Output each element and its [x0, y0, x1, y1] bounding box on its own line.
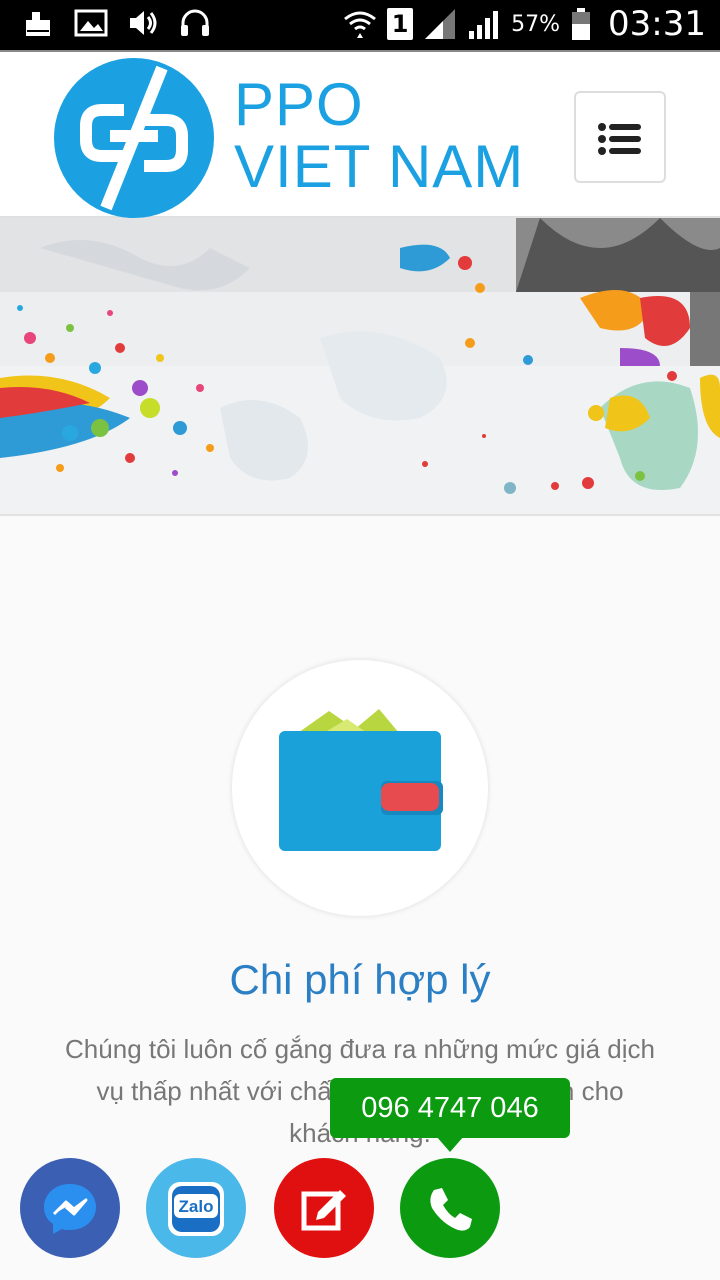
banner-image	[0, 218, 720, 514]
battery-percent: 57%	[511, 11, 561, 37]
messenger-button[interactable]	[20, 1158, 120, 1258]
logo-text: PPO VIET NAM	[234, 74, 524, 198]
signal-icon-sim2	[467, 7, 501, 41]
zalo-label: Zalo	[179, 1197, 214, 1216]
tooltip-arrow	[436, 1136, 464, 1152]
hero-banner	[0, 218, 720, 516]
logo-mark-icon	[54, 58, 214, 218]
logo-line-1: PPO	[234, 71, 364, 138]
call-button[interactable]	[400, 1158, 500, 1258]
screen: 1 57% 03:31 PPO VIET NAM Chi phí hợp lý …	[0, 0, 720, 1280]
clock: 03:31	[608, 4, 706, 44]
image-icon	[74, 6, 108, 40]
phone-number-tooltip[interactable]: 096 4747 046	[330, 1078, 570, 1138]
status-left	[22, 6, 212, 40]
cleaner-icon	[22, 6, 56, 40]
site-logo[interactable]: PPO VIET NAM	[54, 58, 534, 218]
contact-form-button[interactable]	[274, 1158, 374, 1258]
zalo-icon: Zalo	[168, 1182, 224, 1236]
edit-form-icon	[301, 1190, 346, 1231]
logo-line-2: VIET NAM	[234, 133, 525, 200]
signal-icon-sim1	[423, 7, 457, 41]
sim-indicator: 1	[387, 8, 414, 40]
headphones-icon	[178, 6, 212, 40]
zalo-button[interactable]: Zalo	[146, 1158, 246, 1258]
wallet-icon	[279, 709, 443, 851]
feature-icon-circle	[232, 660, 488, 916]
status-bar: 1 57% 03:31	[0, 0, 720, 50]
hamburger-menu-icon	[598, 123, 641, 155]
volume-icon	[126, 6, 160, 40]
status-right: 1 57% 03:31	[343, 4, 706, 44]
wifi-icon	[343, 7, 377, 41]
feature-desc-line-1: Chúng tôi luôn cố gắng đưa ra những mức …	[65, 1034, 655, 1064]
phone-icon	[430, 1188, 472, 1231]
site-header: PPO VIET NAM	[0, 56, 720, 218]
menu-button[interactable]	[574, 91, 666, 183]
messenger-icon	[44, 1184, 96, 1234]
battery-icon	[570, 7, 592, 41]
feature-title: Chi phí hợp lý	[229, 956, 491, 1003]
